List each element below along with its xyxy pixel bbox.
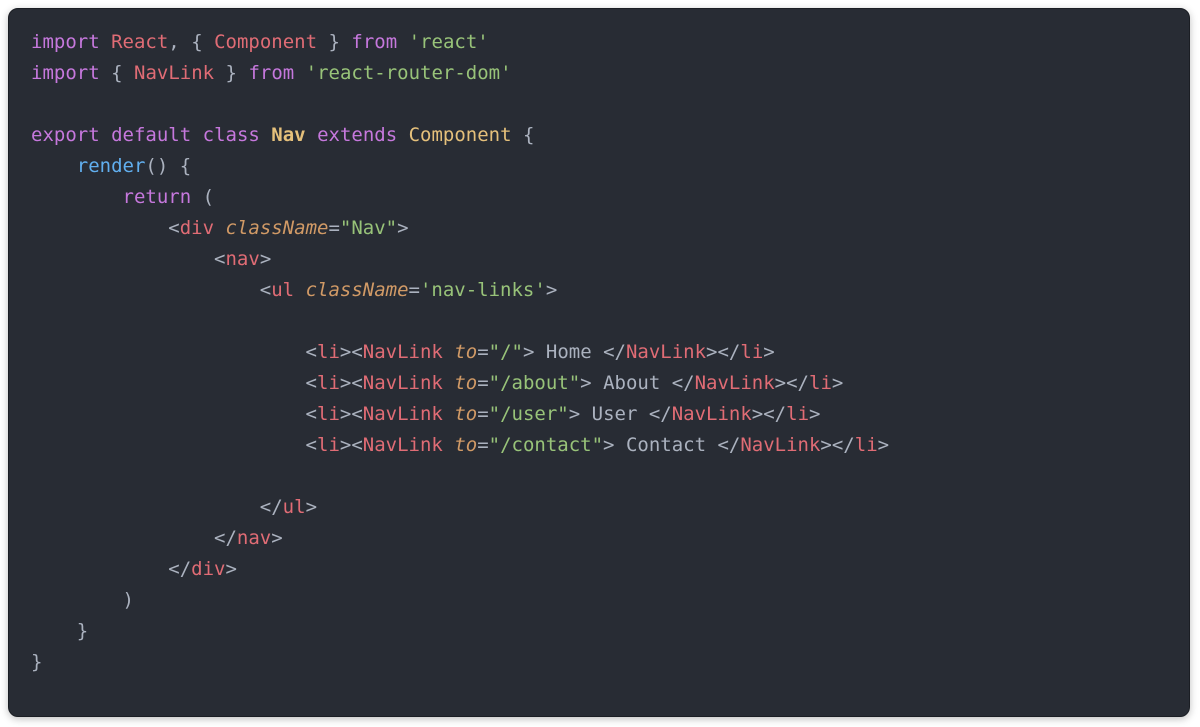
code-line-8: <nav> [31, 248, 271, 270]
code-line-close-ul: </ul> [31, 496, 317, 518]
code-line-close-brace1: } [31, 620, 88, 642]
navlink-row: <li><NavLink to="/user"> User </NavLink>… [31, 403, 820, 425]
code-line-6: return ( [31, 186, 214, 208]
code-line-4: export default class Nav extends Compone… [31, 124, 534, 146]
code-line-5: render() { [31, 155, 191, 177]
navlink-row: <li><NavLink to="/about"> About </NavLin… [31, 372, 843, 394]
code-line-close-paren: ) [31, 589, 134, 611]
code-line-9: <ul className='nav-links'> [31, 279, 557, 301]
code-line-1: import React, { Component } from 'react' [31, 31, 489, 53]
code-line-close-brace2: } [31, 651, 42, 673]
code-line-close-div: </div> [31, 558, 237, 580]
code-editor: import React, { Component } from 'react'… [8, 8, 1190, 717]
code-line-close-nav: </nav> [31, 527, 283, 549]
code-line-2: import { NavLink } from 'react-router-do… [31, 62, 512, 84]
code-line-7: <div className="Nav"> [31, 217, 409, 239]
navlink-row: <li><NavLink to="/contact"> Contact </Na… [31, 434, 889, 456]
navlink-row: <li><NavLink to="/"> Home </NavLink></li… [31, 341, 775, 363]
